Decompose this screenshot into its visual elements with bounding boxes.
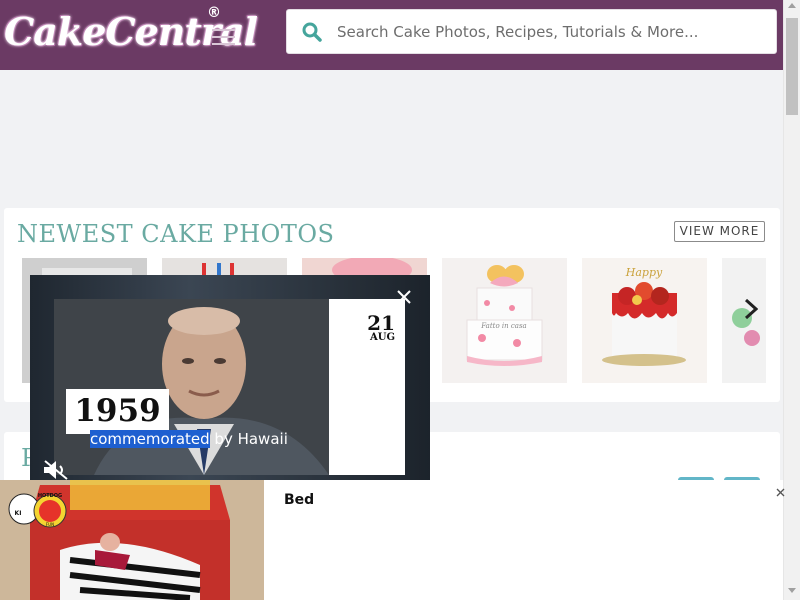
year-label: 1959	[74, 393, 161, 429]
svg-text:HOTDOG: HOTDOG	[38, 493, 62, 499]
search-input[interactable]	[335, 18, 759, 46]
search-bar[interactable]	[286, 9, 777, 54]
video-frame: 21 AUG 1959	[54, 299, 405, 475]
search-icon[interactable]	[302, 22, 322, 42]
bottom-ad-banner[interactable]: HOTDOG KI FUN Bed	[0, 480, 785, 600]
ad-image[interactable]: HOTDOG KI FUN	[0, 480, 264, 600]
caption-highlight: commemorated	[90, 430, 210, 448]
video-player[interactable]: 21 AUG 1959 commemorated by Hawaii	[30, 275, 430, 485]
svg-text:Happy: Happy	[625, 266, 663, 279]
ad-title[interactable]: Bed	[284, 492, 314, 508]
registered-mark: ®	[207, 5, 221, 21]
video-caption: commemorated by Hawaii	[90, 430, 288, 448]
svg-text:KI: KI	[15, 510, 22, 517]
page-scrollbar[interactable]	[783, 0, 800, 600]
eisenhower-photo	[54, 299, 329, 475]
caption-rest: by Hawaii	[209, 430, 288, 448]
date-panel: 21 AUG	[329, 299, 405, 475]
scroll-thumb[interactable]	[786, 18, 798, 115]
close-icon[interactable]	[776, 488, 785, 497]
scroll-up-arrow-icon[interactable]	[788, 3, 796, 8]
year-box: 1959	[66, 389, 169, 434]
mute-icon[interactable]	[42, 459, 70, 481]
chevron-right-icon[interactable]	[744, 298, 758, 320]
cake-thumb-4-pink-bow-cake[interactable]: Fatto in casa	[442, 258, 567, 383]
close-icon[interactable]	[396, 289, 412, 305]
svg-text:FUN: FUN	[46, 522, 54, 527]
site-header: CakeCentral ®	[0, 0, 783, 70]
svg-text:Fatto in casa: Fatto in casa	[480, 322, 526, 330]
date-month: AUG	[369, 332, 395, 343]
view-more-button[interactable]: VIEW MORE	[674, 221, 765, 242]
scroll-down-arrow-icon[interactable]	[788, 588, 796, 593]
section-title: NEWEST CAKE PHOTOS	[17, 220, 335, 248]
cake-thumb-6[interactable]	[722, 258, 766, 383]
ad-badge-icon: HOTDOG KI FUN	[8, 493, 67, 528]
hamburger-menu-icon[interactable]	[212, 29, 235, 46]
cake-thumb-5-red-drip-cake[interactable]: Happy	[582, 258, 707, 383]
